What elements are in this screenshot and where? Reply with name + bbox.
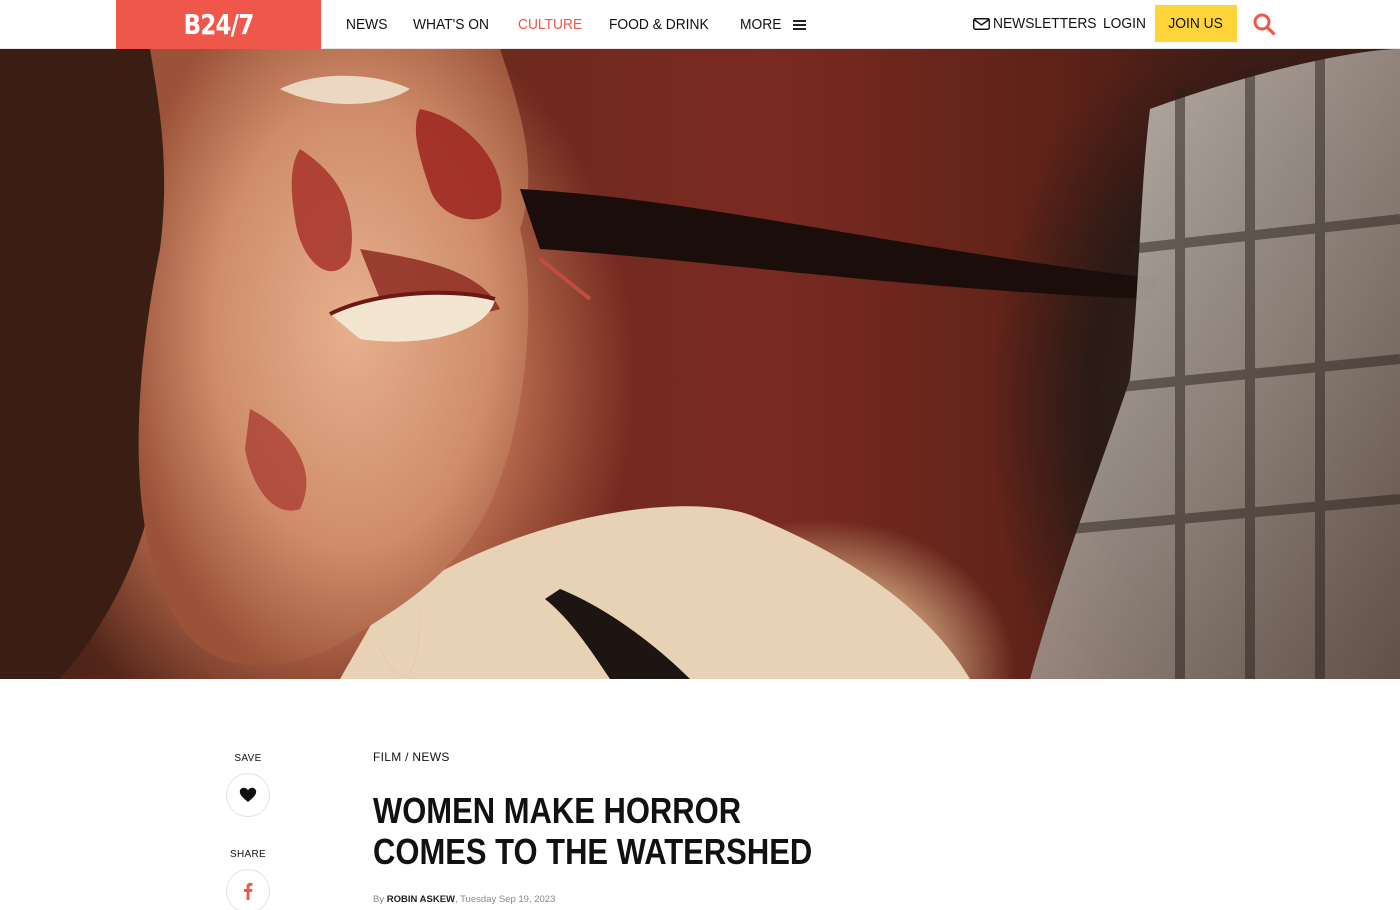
nav-whats-on[interactable]: WHAT'S ON [413,16,489,33]
hero-illustration [0,49,1400,679]
article-header: FILM / NEWS WOMEN MAKE HORROR COMES TO T… [373,750,933,905]
share-facebook-button[interactable] [226,869,270,910]
search-icon[interactable] [1252,12,1276,36]
heart-icon [239,787,257,802]
hero-image [0,49,1400,679]
logo-text: B24/7 [183,8,255,41]
login-link[interactable]: LOGIN [1103,15,1146,32]
menu-icon [792,19,806,30]
facebook-icon [244,882,253,900]
header-actions: NEWSLETTERS LOGIN JOIN US [970,0,1400,49]
article-byline: By ROBIN ASKEW, Tuesday Sep 19, 2023 [373,894,556,905]
nav-news[interactable]: NEWS [346,16,387,33]
author-link[interactable]: ROBIN ASKEW [387,894,455,905]
byline-prefix: By [373,894,385,905]
newsletters-link[interactable]: NEWSLETTERS [973,15,1106,32]
join-us-button[interactable]: JOIN US [1155,5,1237,42]
site-header: B24/7 NEWS WHAT'S ON CULTURE FOOD & DRIN… [0,0,1400,49]
nav-more[interactable]: MORE [740,16,806,33]
save-label: SAVE [234,753,262,764]
article-category[interactable]: FILM / NEWS [373,750,933,764]
site-logo[interactable]: B24/7 [116,0,321,49]
article-headline: WOMEN MAKE HORROR COMES TO THE WATERSHED [373,790,813,872]
save-button[interactable] [226,773,270,817]
main-nav: NEWS WHAT'S ON CULTURE FOOD & DRINK MORE [346,0,806,49]
envelope-icon [973,17,990,30]
nav-more-label: MORE [739,16,782,33]
newsletters-label: NEWSLETTERS [993,15,1097,32]
publish-date: Tuesday Sep 19, 2023 [460,894,556,905]
article-actions: SAVE SHARE [226,753,270,910]
nav-culture[interactable]: CULTURE [518,16,582,33]
share-label: SHARE [230,849,266,860]
join-us-label: JOIN US [1168,15,1224,32]
nav-food-drink[interactable]: FOOD & DRINK [609,16,709,33]
